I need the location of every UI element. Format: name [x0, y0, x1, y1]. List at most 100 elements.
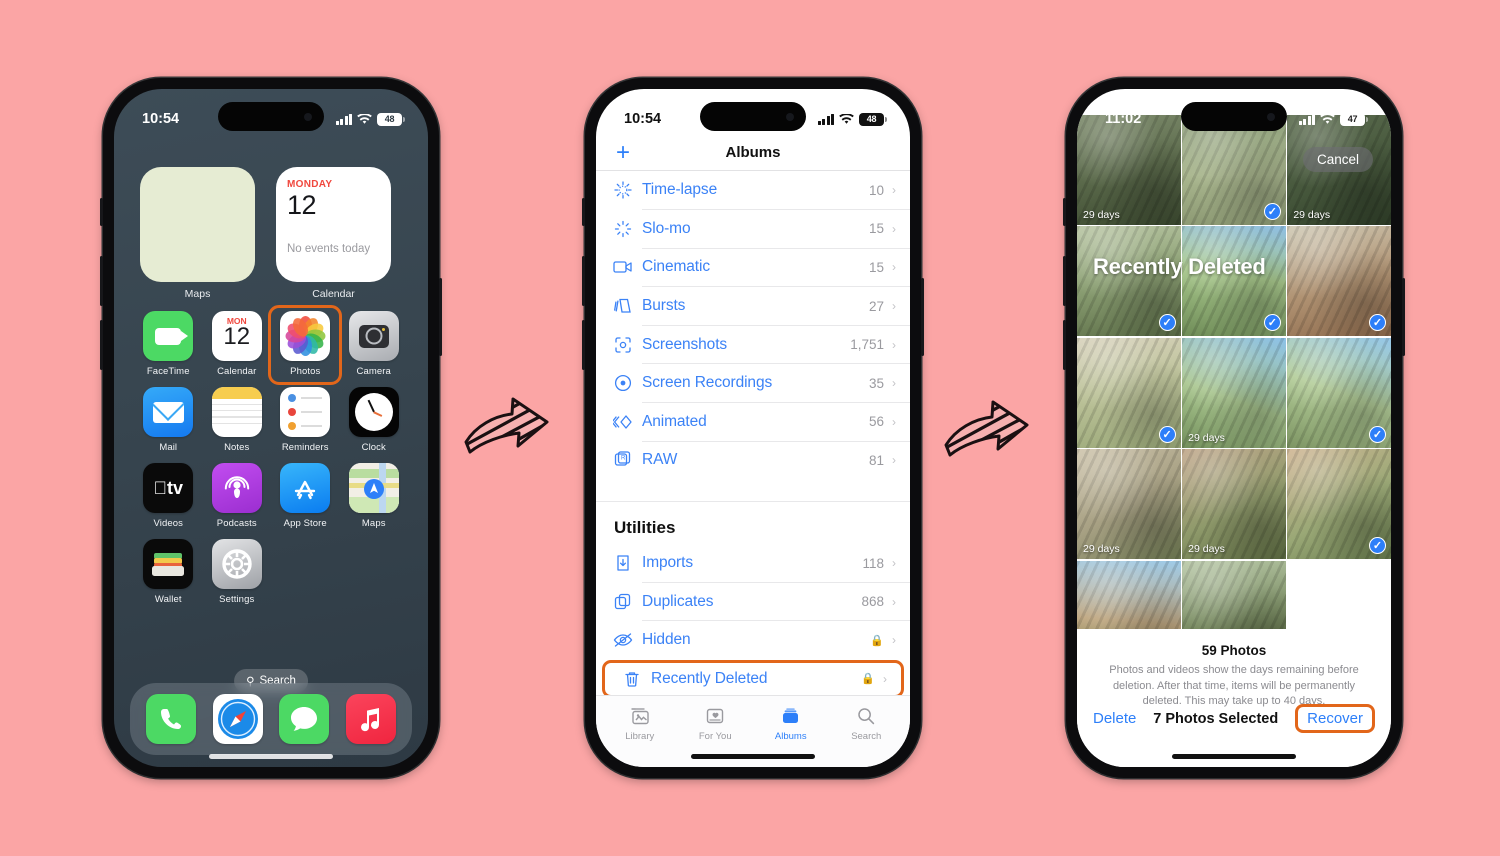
album-row-screenshots[interactable]: Screenshots 1,751 ›	[596, 325, 910, 364]
bursts-icon	[610, 297, 636, 315]
cellular-signal-icon	[1298, 113, 1315, 125]
home-indicator	[1172, 754, 1296, 759]
album-row-duplicates[interactable]: Duplicates 868 ›	[596, 582, 910, 621]
phone-icon[interactable]	[146, 694, 197, 744]
album-row-bursts[interactable]: Bursts 27 ›	[596, 287, 910, 326]
photo-grid[interactable]: 29 days ✓ 29 days ✓ ✓ ✓ ✓ 29 days ✓ 29 days 29 day…	[1077, 115, 1391, 671]
app-notes[interactable]: Notes	[203, 387, 272, 453]
album-row-imports[interactable]: Imports 118 ›	[596, 544, 910, 583]
album-row-time-lapse[interactable]: Time-lapse 10 ›	[596, 171, 910, 210]
dynamic-island	[700, 102, 806, 131]
wallet-icon	[143, 539, 194, 589]
calendar-widget[interactable]: MONDAY 12 No events today	[276, 167, 391, 282]
album-count: 56	[868, 414, 884, 430]
recover-button[interactable]: Recover	[1295, 704, 1375, 733]
photo-cell[interactable]: ✓	[1077, 337, 1181, 448]
app-mail[interactable]: Mail	[134, 387, 203, 453]
tab-search[interactable]: Search	[829, 705, 905, 767]
app-podcasts[interactable]: Podcasts	[203, 463, 272, 529]
photo-cell[interactable]: ✓	[1287, 337, 1391, 448]
selected-check-icon[interactable]: ✓	[1263, 202, 1281, 220]
tab-label: Albums	[774, 731, 807, 742]
album-count: 81	[868, 452, 884, 468]
album-row-recently-deleted[interactable]: Recently Deleted 🔒 ›	[602, 659, 904, 695]
facetime-icon	[143, 311, 194, 361]
photo-cell[interactable]: ✓	[1077, 226, 1181, 337]
selected-check-icon[interactable]: ✓	[1158, 314, 1176, 332]
photo-cell[interactable]: ✓	[1287, 226, 1391, 337]
app-store-icon	[280, 463, 331, 513]
volume-down-button[interactable]	[100, 320, 103, 370]
battery-icon: 47	[1340, 112, 1368, 126]
days-remaining-label: 29 days	[1083, 208, 1120, 221]
music-icon[interactable]	[345, 694, 396, 744]
footer-description: Photos and videos show the days remainin…	[1109, 664, 1359, 708]
photo-cell[interactable]: 29 days	[1077, 449, 1181, 560]
album-row-slo-mo[interactable]: Slo-mo 15 ›	[596, 210, 910, 249]
safari-icon[interactable]	[212, 694, 263, 744]
volume-up-button[interactable]	[1063, 256, 1066, 306]
power-button[interactable]	[921, 278, 924, 356]
dynamic-island	[1181, 102, 1287, 131]
photo-cell[interactable]: 29 days	[1182, 449, 1286, 560]
phone-recently-deleted-screen: 29 days ✓ 29 days ✓ ✓ ✓ ✓ 29 days ✓ 29 days 29 day…	[1063, 78, 1405, 778]
mute-switch[interactable]	[100, 198, 103, 226]
app-photos[interactable]: Photos	[271, 311, 340, 377]
selected-check-icon[interactable]: ✓	[1368, 537, 1386, 555]
volume-down-button[interactable]	[1063, 320, 1066, 370]
battery-icon: 48	[377, 112, 405, 126]
selection-count: 7 Photos Selected	[1153, 710, 1279, 727]
album-row-cinematic[interactable]: Cinematic 15 ›	[596, 248, 910, 287]
messages-icon[interactable]	[279, 694, 330, 744]
app-calendar[interactable]: MON 12 Calendar	[203, 311, 272, 377]
photo-cell[interactable]: 29 days	[1182, 337, 1286, 448]
photo-cell[interactable]: ✓	[1182, 226, 1286, 337]
raw-icon: R	[610, 451, 636, 469]
album-row-hidden[interactable]: Hidden 🔒 ›	[596, 621, 910, 660]
app-videos[interactable]: tv Videos	[134, 463, 203, 529]
delete-button[interactable]: Delete	[1093, 710, 1136, 727]
album-row-raw[interactable]: R RAW 81 ›	[596, 441, 910, 480]
mute-switch[interactable]	[1063, 198, 1066, 226]
app-camera[interactable]: Camera	[340, 311, 409, 377]
album-name: Hidden	[642, 631, 691, 649]
volume-up-button[interactable]	[100, 256, 103, 306]
power-button[interactable]	[1402, 278, 1405, 356]
app-reminders[interactable]: Reminders	[271, 387, 340, 453]
tab-library[interactable]: Library	[602, 705, 678, 767]
volume-down-button[interactable]	[582, 320, 585, 370]
volume-up-button[interactable]	[582, 256, 585, 306]
phone3-screen: 29 days ✓ 29 days ✓ ✓ ✓ ✓ 29 days ✓ 29 days 29 day…	[1077, 89, 1391, 767]
tab-label: For You	[698, 731, 732, 742]
power-button[interactable]	[439, 278, 442, 356]
calendar-widget-label: Calendar	[312, 288, 355, 300]
app-wallet[interactable]: Wallet	[134, 539, 203, 605]
app-app-store[interactable]: App Store	[271, 463, 340, 529]
mute-switch[interactable]	[582, 198, 585, 226]
maps-widget-label: Maps	[184, 288, 211, 300]
maps-widget[interactable]	[140, 167, 255, 282]
album-count: 118	[862, 555, 884, 571]
albums-list[interactable]: Time-lapse 10 › Slo-mo 15 › Cinematic 15	[596, 171, 910, 695]
app-maps[interactable]: Maps	[340, 463, 409, 529]
slomo-icon	[610, 220, 636, 238]
selected-check-icon[interactable]: ✓	[1158, 425, 1176, 443]
app-label: Photos	[290, 366, 321, 377]
battery-icon: 48	[859, 112, 887, 126]
photo-cell[interactable]: ✓	[1287, 449, 1391, 560]
add-album-button[interactable]: +	[616, 140, 630, 165]
calendar-icon-day: 12	[223, 323, 251, 350]
search-icon	[857, 705, 875, 727]
app-settings[interactable]: Settings	[203, 539, 272, 605]
page-title: Recently Deleted	[1093, 254, 1266, 279]
podcasts-icon	[211, 463, 262, 513]
cancel-button[interactable]: Cancel	[1302, 147, 1373, 172]
app-facetime[interactable]: FaceTime	[134, 311, 203, 377]
album-row-screen-recordings[interactable]: Screen Recordings 35 ›	[596, 364, 910, 403]
app-label: Notes	[224, 442, 250, 453]
album-row-animated[interactable]: Animated 56 ›	[596, 403, 910, 442]
selected-check-icon[interactable]: ✓	[1263, 314, 1281, 332]
app-clock[interactable]: Clock	[340, 387, 409, 453]
battery-level: 48	[384, 114, 395, 124]
selected-check-icon[interactable]: ✓	[1368, 425, 1386, 443]
